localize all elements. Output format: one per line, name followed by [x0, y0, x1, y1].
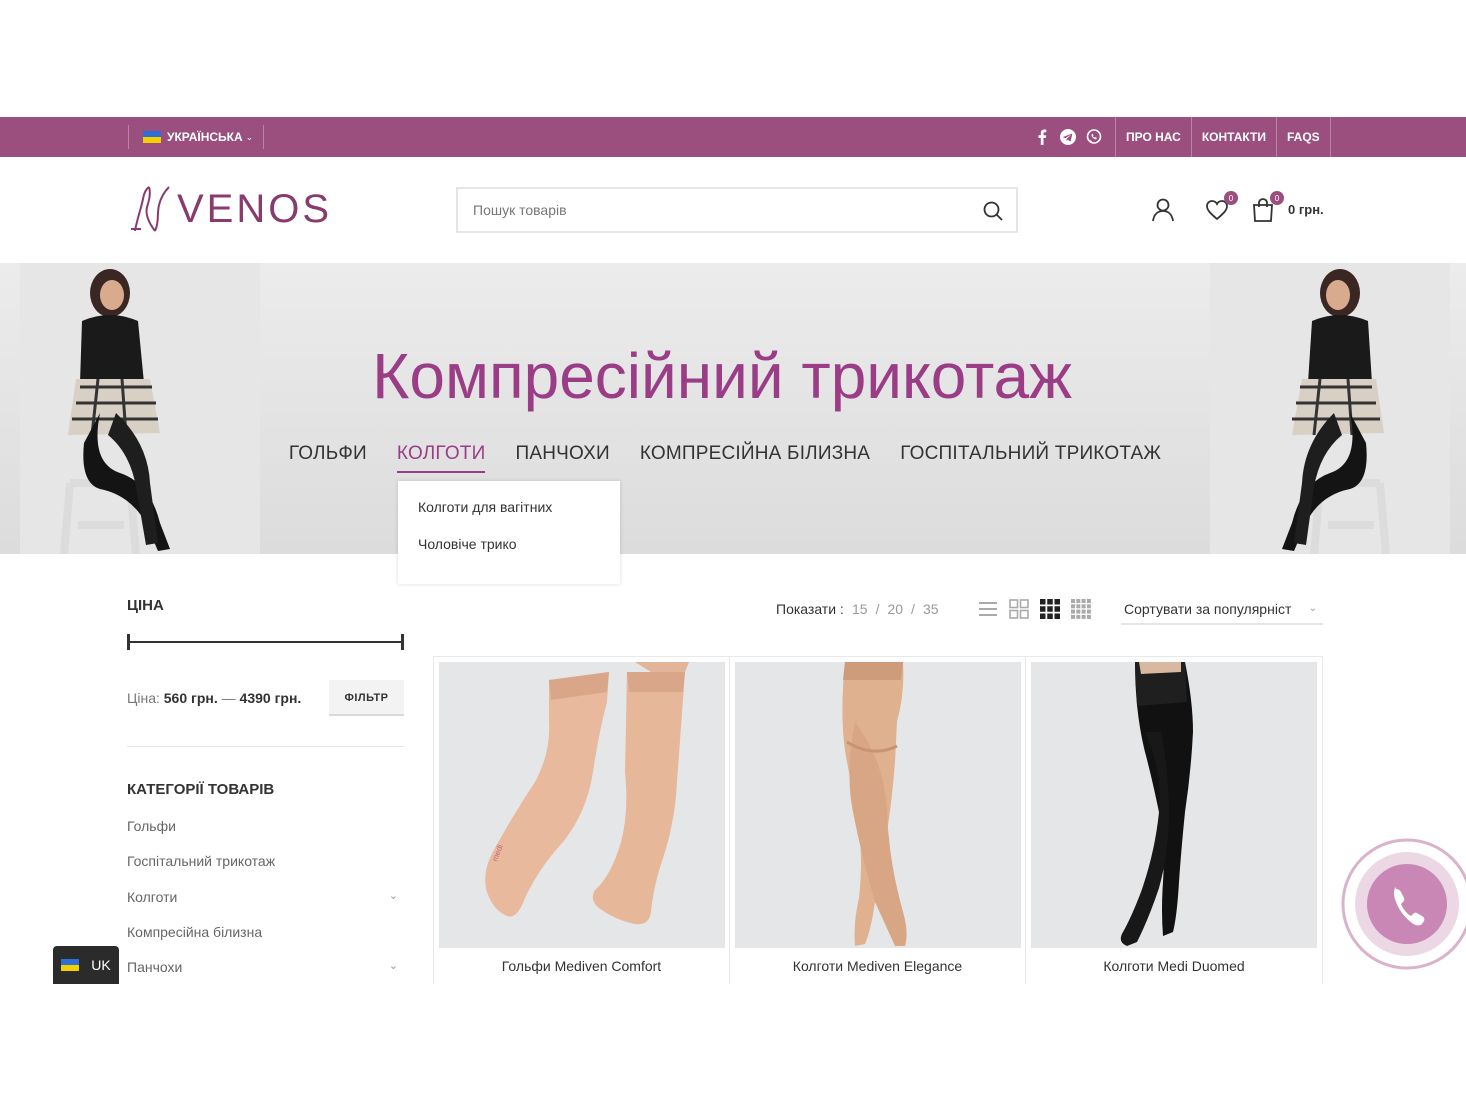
- category-item[interactable]: Компресійна білизна: [127, 924, 404, 959]
- cart-count-badge: 0: [1270, 191, 1284, 205]
- price-max: 4390 грн.: [239, 690, 302, 706]
- top-link-faqs[interactable]: FAQS: [1276, 117, 1331, 157]
- header: VENOS 0 0 0 грн.: [0, 157, 1466, 263]
- sidebar-divider: [127, 746, 404, 747]
- ukraine-flag-icon: [143, 131, 161, 143]
- chevron-down-icon: ⌄: [245, 131, 254, 142]
- category-item[interactable]: Колготи ⌄: [127, 889, 404, 924]
- sidebar: ЦІНА Ціна: 560 грн. — 4390 грн. ФІЛЬТР К…: [127, 597, 404, 984]
- phone-icon[interactable]: [1340, 837, 1466, 971]
- facebook-icon[interactable]: [1034, 129, 1050, 145]
- logo[interactable]: VENOS: [127, 185, 332, 233]
- product-card[interactable]: Колготи Medi Duomed: [1026, 657, 1322, 984]
- price-slider[interactable]: [127, 634, 404, 650]
- view-switcher: [978, 599, 1091, 619]
- search-input[interactable]: [458, 189, 1016, 231]
- kolgoty-dropdown-menu: Колготи для вагітних Чоловіче трико: [398, 481, 620, 584]
- category-nav: ГОЛЬФИ КОЛГОТИ ПАНЧОХИ КОМПРЕСІЙНА БІЛИЗ…: [0, 443, 1450, 473]
- category-label: Гольфи: [127, 818, 176, 834]
- category-label: Госпітальний трикотаж: [127, 853, 276, 870]
- chevron-down-icon[interactable]: ⌄: [389, 959, 398, 972]
- per-page-15[interactable]: 15: [852, 601, 868, 617]
- language-switcher[interactable]: УКРАЇНСЬКА ⌄: [128, 125, 265, 149]
- top-bar: УКРАЇНСЬКА ⌄ ПРО НАС КОНТАКТИ FAQS: [0, 117, 1466, 157]
- product-card[interactable]: Колготи Mediven Elegance: [730, 657, 1026, 984]
- telegram-icon[interactable]: [1060, 129, 1076, 145]
- price-min: 560 грн.: [163, 690, 218, 706]
- price-row: Ціна: 560 грн. — 4390 грн. ФІЛЬТР: [127, 680, 404, 716]
- cart-total[interactable]: 0 грн.: [1288, 202, 1324, 217]
- list-view-icon[interactable]: [978, 599, 998, 619]
- product-name[interactable]: Колготи Medi Duomed: [1026, 958, 1322, 974]
- nav-kompresiyna-bilyzna[interactable]: КОМПРЕСІЙНА БІЛИЗНА: [640, 443, 870, 473]
- nav-hospitalnyi-trykotazh[interactable]: ГОСПІТАЛЬНИЙ ТРИКОТАЖ: [900, 443, 1161, 473]
- category-label: Компресійна білизна: [127, 923, 263, 940]
- language-pill-label: UK: [91, 957, 111, 973]
- sort-select[interactable]: Сортувати за популярніст ⌄: [1121, 591, 1323, 625]
- category-item[interactable]: Госпітальний трикотаж: [127, 853, 404, 888]
- search-box: [456, 187, 1018, 233]
- page: УКРАЇНСЬКА ⌄ ПРО НАС КОНТАКТИ FAQS VENOS…: [0, 117, 1466, 984]
- price-widget-title: ЦІНА: [127, 597, 164, 614]
- hero-banner: Компресійний трикотаж ГОЛЬФИ КОЛГОТИ ПАН…: [0, 263, 1466, 554]
- chevron-down-icon: ⌄: [1308, 603, 1317, 614]
- grid-2-view-icon[interactable]: [1009, 599, 1029, 619]
- category-label: Колготи: [127, 888, 178, 905]
- per-page-35[interactable]: 35: [923, 601, 939, 617]
- cart-icon[interactable]: 0: [1250, 191, 1284, 223]
- dropdown-item-men[interactable]: Чоловіче трико: [418, 536, 600, 552]
- hero-title: Компресійний трикотаж: [372, 340, 1072, 412]
- wishlist-count-badge: 0: [1224, 191, 1238, 205]
- per-page-20[interactable]: 20: [887, 601, 903, 617]
- social-links: [1034, 125, 1102, 149]
- ukraine-flag-icon: [61, 959, 80, 971]
- language-label: УКРАЇНСЬКА: [167, 130, 243, 144]
- chevron-down-icon[interactable]: ⌄: [389, 889, 398, 902]
- per-page-options: 15 / 20 / 35: [852, 601, 939, 617]
- product-image[interactable]: [1031, 662, 1317, 948]
- product-image[interactable]: [735, 662, 1021, 948]
- price-separator: —: [221, 690, 236, 706]
- price-slider-track: [127, 641, 404, 643]
- product-name[interactable]: Гольфи Mediven Comfort: [434, 958, 729, 974]
- category-label: Панчохи: [127, 959, 183, 976]
- filter-button[interactable]: ФІЛЬТР: [329, 680, 404, 716]
- nav-panchokhy[interactable]: ПАНЧОХИ: [515, 443, 609, 473]
- dropdown-item-pregnant[interactable]: Колготи для вагітних: [418, 499, 600, 515]
- product-grid: medi Гольфи Mediven Comfort Колготи Medi…: [433, 656, 1323, 984]
- product-image[interactable]: medi: [439, 662, 725, 948]
- price-slider-min-handle[interactable]: [127, 634, 130, 650]
- call-button[interactable]: [1340, 837, 1466, 971]
- grid-3-view-icon[interactable]: [1040, 599, 1060, 619]
- category-item[interactable]: Панчохи ⌄: [127, 959, 404, 984]
- logo-text: VENOS: [177, 186, 333, 231]
- nav-kolgoty[interactable]: КОЛГОТИ: [396, 443, 486, 473]
- sort-label: Сортувати за популярніст: [1124, 601, 1292, 617]
- product-name[interactable]: Колготи Mediven Elegance: [730, 958, 1025, 974]
- top-link-about[interactable]: ПРО НАС: [1115, 117, 1191, 157]
- top-link-contacts[interactable]: КОНТАКТИ: [1190, 117, 1276, 157]
- top-links: ПРО НАС КОНТАКТИ FAQS: [1115, 117, 1331, 157]
- wishlist-icon[interactable]: 0: [1204, 191, 1238, 223]
- language-pill[interactable]: UK: [53, 946, 119, 984]
- logo-legs-icon: [131, 186, 170, 232]
- categories-title: КАТЕГОРІЇ ТОВАРІВ: [127, 781, 275, 798]
- price-label: Ціна:: [127, 690, 160, 706]
- per-page-separator: /: [875, 601, 880, 617]
- viber-icon[interactable]: [1086, 129, 1102, 145]
- nav-golfy[interactable]: ГОЛЬФИ: [289, 443, 367, 473]
- search-icon[interactable]: [982, 200, 1004, 222]
- grid-4-view-icon[interactable]: [1071, 599, 1091, 619]
- account-icon[interactable]: [1150, 197, 1176, 223]
- per-page-label: Показати :: [776, 601, 844, 617]
- product-card[interactable]: medi Гольфи Mediven Comfort: [434, 657, 730, 984]
- category-list: Гольфи Госпітальний трикотаж Колготи ⌄ Ко…: [127, 818, 404, 984]
- price-range-text: Ціна: 560 грн. — 4390 грн.: [127, 690, 301, 706]
- category-item[interactable]: Гольфи: [127, 818, 404, 853]
- price-slider-max-handle[interactable]: [401, 634, 404, 650]
- per-page-separator: /: [911, 601, 915, 617]
